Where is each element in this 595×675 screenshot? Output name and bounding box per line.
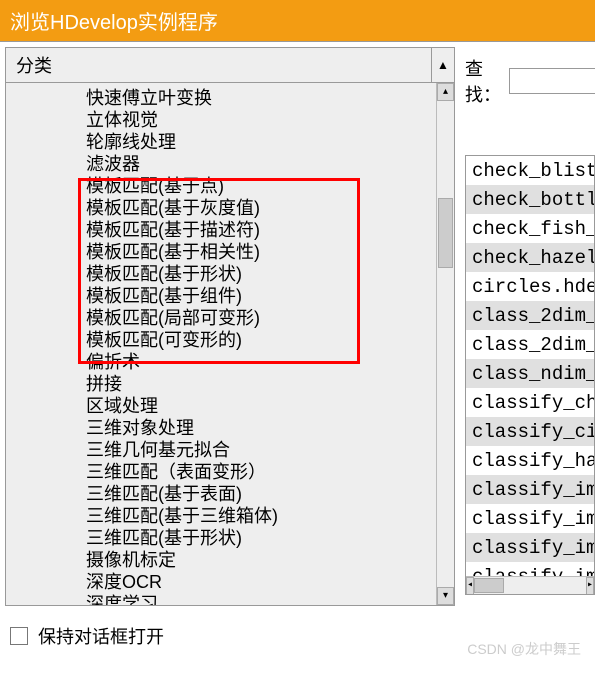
tree-item[interactable]: 模板匹配(基于相关性) <box>86 241 454 263</box>
result-row[interactable]: check_fish_s <box>466 214 594 243</box>
tree-item[interactable]: 轮廓线处理 <box>86 131 454 153</box>
tree-item[interactable]: 三维匹配(基于表面) <box>86 483 454 505</box>
search-label: 查找： <box>465 55 501 107</box>
result-row[interactable]: class_ndim_r <box>466 359 594 388</box>
sort-arrow-icon[interactable]: ▲ <box>432 58 454 72</box>
scroll-track[interactable] <box>474 577 586 594</box>
keep-open-checkbox[interactable] <box>10 627 28 645</box>
category-tree[interactable]: 快速傅立叶变换立体视觉轮廓线处理滤波器模板匹配(基于点)模板匹配(基于灰度值)模… <box>6 83 454 605</box>
result-row[interactable]: classify_cha <box>466 388 594 417</box>
scroll-up-button[interactable]: ▴ <box>437 83 454 101</box>
tree-item[interactable]: 三维匹配(基于三维箱体) <box>86 505 454 527</box>
horizontal-scrollbar[interactable]: ◂ ▸ <box>466 576 594 594</box>
tree-item[interactable]: 模板匹配(局部可变形) <box>86 307 454 329</box>
tree-item[interactable]: 模板匹配(基于组件) <box>86 285 454 307</box>
tree-item[interactable]: 深度OCR <box>86 571 454 593</box>
vertical-scrollbar[interactable]: ▴ ▾ <box>436 83 454 605</box>
tree-item[interactable]: 模板匹配(可变形的) <box>86 329 454 351</box>
search-input[interactable] <box>509 68 595 94</box>
result-row[interactable]: circles.hdev <box>466 272 594 301</box>
categories-panel: 分类 ▲ 快速傅立叶变换立体视觉轮廓线处理滤波器模板匹配(基于点)模板匹配(基于… <box>5 47 455 606</box>
watermark: CSDN @龙中舞王 <box>467 639 581 659</box>
tree-item[interactable]: 三维对象处理 <box>86 417 454 439</box>
scroll-thumb[interactable] <box>438 198 453 268</box>
result-row[interactable]: classify_ima <box>466 504 594 533</box>
result-row[interactable]: classify_ima <box>466 533 594 562</box>
result-row[interactable]: classify_ima <box>466 475 594 504</box>
result-row[interactable]: check_bottle <box>466 185 594 214</box>
category-header[interactable]: 分类 ▲ <box>6 48 454 83</box>
scroll-down-button[interactable]: ▾ <box>437 587 454 605</box>
main-area: 分类 ▲ 快速傅立叶变换立体视觉轮廓线处理滤波器模板匹配(基于点)模板匹配(基于… <box>0 41 595 611</box>
scroll-track[interactable] <box>437 101 454 587</box>
tree-item[interactable]: 模板匹配(基于点) <box>86 175 454 197</box>
result-row[interactable]: check_bliste <box>466 156 594 185</box>
scroll-right-button[interactable]: ▸ <box>586 577 594 595</box>
result-row[interactable]: class_2dim_u <box>466 330 594 359</box>
result-row[interactable]: classify_cit <box>466 417 594 446</box>
tree-item[interactable]: 立体视觉 <box>86 109 454 131</box>
tree-item[interactable]: 三维匹配（表面变形） <box>86 461 454 483</box>
tree-item[interactable]: 区域处理 <box>86 395 454 417</box>
tree-item[interactable]: 模板匹配(基于形状) <box>86 263 454 285</box>
tree-item[interactable]: 滤波器 <box>86 153 454 175</box>
tree-item[interactable]: 三维匹配(基于形状) <box>86 527 454 549</box>
tree-item[interactable]: 拼接 <box>86 373 454 395</box>
scroll-left-button[interactable]: ◂ <box>466 577 474 595</box>
result-row[interactable]: check_hazelr <box>466 243 594 272</box>
result-row[interactable]: class_2dim_s <box>466 301 594 330</box>
tree-item[interactable]: 快速傅立叶变换 <box>86 87 454 109</box>
result-row[interactable]: classify_hal <box>466 446 594 475</box>
category-header-label: 分类 <box>6 48 432 82</box>
tree-item[interactable]: 模板匹配(基于描述符) <box>86 219 454 241</box>
search-row: 查找： <box>465 55 595 107</box>
tree-item[interactable]: 三维几何基元拟合 <box>86 439 454 461</box>
results-panel: 查找： check_blistecheck_bottlecheck_fish_s… <box>460 42 595 611</box>
tree-item[interactable]: 模板匹配(基于灰度值) <box>86 197 454 219</box>
window-title: 浏览HDevelop实例程序 <box>0 0 595 41</box>
tree-item[interactable]: 深度学习 <box>86 593 454 605</box>
keep-open-label: 保持对话框打开 <box>38 623 164 649</box>
results-list[interactable]: check_blistecheck_bottlecheck_fish_schec… <box>465 155 595 595</box>
scroll-thumb[interactable] <box>474 578 504 593</box>
tree-item[interactable]: 偏折术 <box>86 351 454 373</box>
tree-item[interactable]: 摄像机标定 <box>86 549 454 571</box>
